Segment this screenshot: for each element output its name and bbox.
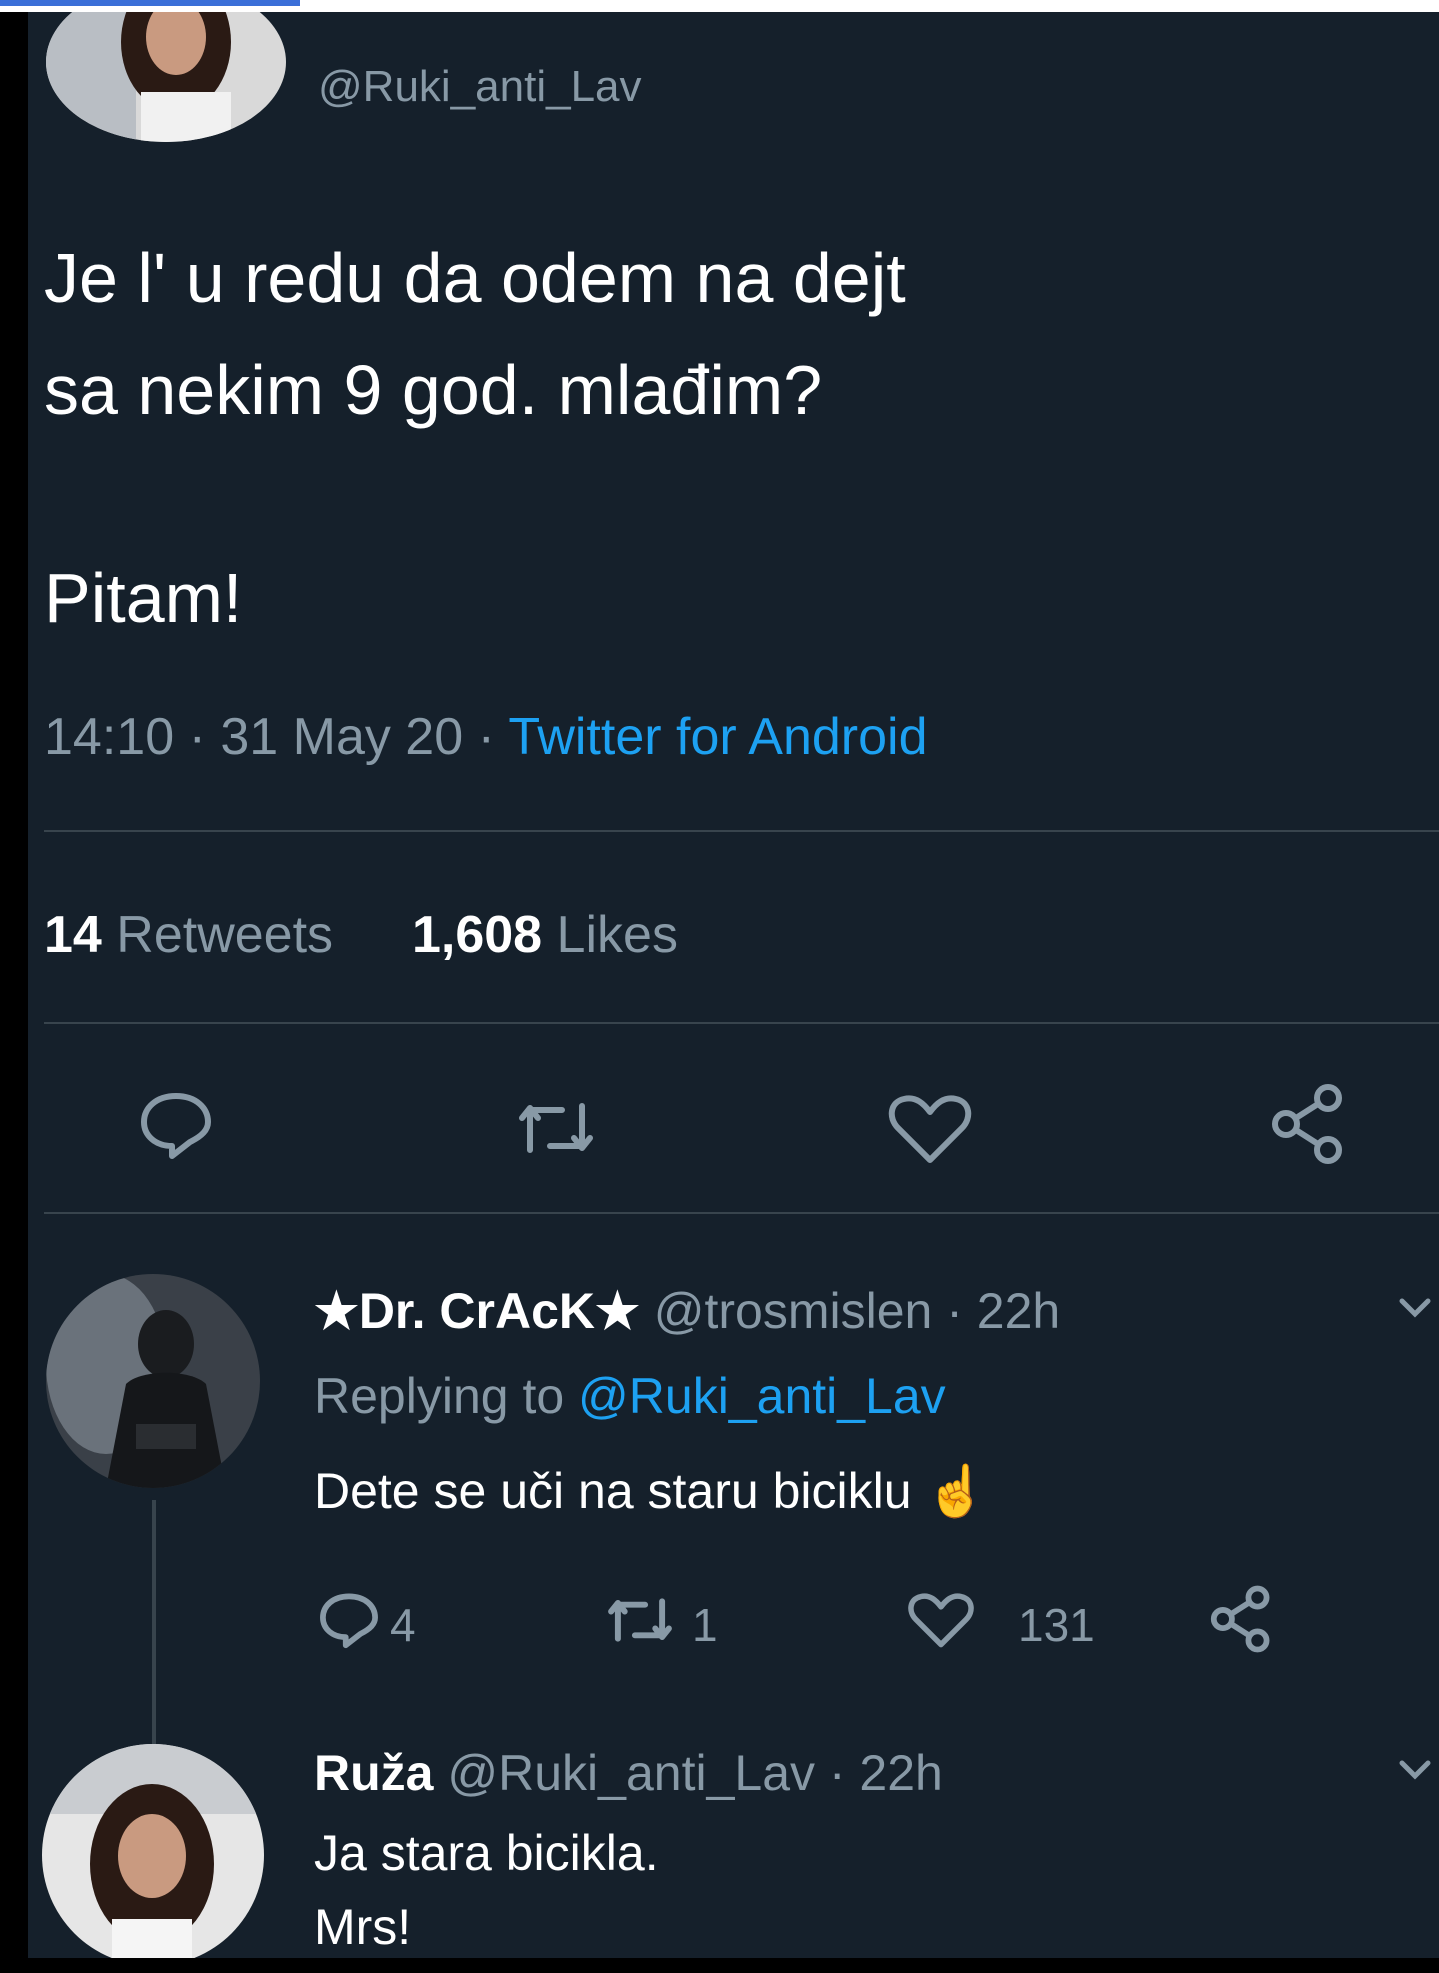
reply-text: Dete se uči na staru biciklu ☝ (314, 1463, 988, 1519)
retweets-label: Retweets (101, 906, 334, 964)
author-handle[interactable]: @Ruki_anti_Lav (318, 62, 642, 112)
thread-connector (152, 1500, 156, 1745)
divider (44, 1212, 1439, 1214)
share-icon[interactable] (1208, 1584, 1274, 1654)
tweet-timestamp: 14:10 · 31 May 20 · (44, 708, 509, 766)
reply-header: Ruža @Ruki_anti_Lav · 22h (314, 1744, 943, 1802)
retweets-count: 14 (44, 906, 102, 964)
like-count: 131 (1018, 1599, 1095, 1651)
divider (44, 1022, 1439, 1024)
reply-author-name[interactable]: ★Dr. CrAcK★ (314, 1283, 640, 1339)
retweet-icon[interactable] (516, 1100, 596, 1156)
screenshot-frame: @Ruki_anti_Lav Je l' u redu da odem na d… (0, 0, 1439, 1973)
replying-to-label: Replying to (314, 1368, 579, 1424)
likes-label: Likes (542, 906, 678, 964)
likes-stat[interactable]: 1,608 Likes (412, 906, 678, 964)
tweet-text-line-2: sa nekim 9 god. mlađim? (44, 351, 823, 429)
tweet-text-line-3: Pitam! (44, 559, 243, 637)
heart-icon[interactable] (908, 1592, 974, 1650)
heart-icon[interactable] (888, 1094, 972, 1166)
retweet-icon[interactable] (606, 1596, 674, 1644)
reply-avatar[interactable] (46, 1274, 260, 1488)
reply-avatar[interactable] (42, 1744, 264, 1958)
top-bar-accent (0, 0, 300, 6)
replying-to: Replying to @Ruki_anti_Lav (314, 1367, 946, 1425)
tweet-meta: 14:10 · 31 May 20 · Twitter for Android (44, 707, 928, 767)
reply-header: ★Dr. CrAcK★ @trosmislen · 22h (314, 1282, 1060, 1340)
author-avatar[interactable] (46, 12, 286, 142)
top-bar (0, 0, 1439, 12)
share-icon[interactable] (1268, 1082, 1348, 1166)
reply-author-name[interactable]: Ruža (314, 1745, 433, 1801)
likes-count: 1,608 (411, 906, 543, 964)
reply-count: 4 (390, 1599, 416, 1651)
tweet-text-line-1: Je l' u redu da odem na dejt (44, 239, 906, 317)
retweets-stat[interactable]: 14 Retweets (44, 906, 333, 964)
chevron-down-icon[interactable] (1398, 1759, 1432, 1781)
tweet-source-link[interactable]: Twitter for Android (508, 708, 927, 766)
replying-to-handle[interactable]: @Ruki_anti_Lav (578, 1368, 946, 1424)
divider (44, 830, 1439, 832)
reply-text-line-1: Ja stara bicikla. (314, 1825, 659, 1881)
tweet-screen: @Ruki_anti_Lav Je l' u redu da odem na d… (28, 12, 1439, 1958)
reply-handle-time[interactable]: @Ruki_anti_Lav · 22h (447, 1745, 942, 1801)
tweet-stats: 14 Retweets 1,608 Likes (44, 905, 678, 965)
comment-icon[interactable] (138, 1090, 214, 1160)
reply-handle-time[interactable]: @trosmislen · 22h (654, 1283, 1060, 1339)
comment-icon[interactable] (318, 1590, 380, 1650)
retweet-count: 1 (692, 1599, 718, 1651)
chevron-down-icon[interactable] (1398, 1297, 1432, 1319)
reply-text-line-2: Mrs! (314, 1899, 412, 1955)
